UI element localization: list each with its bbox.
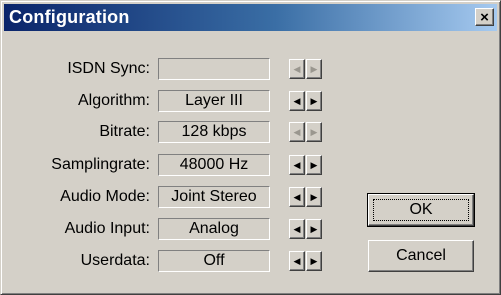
arrow-left-icon: ◀ <box>293 95 301 106</box>
samplingrate-label: Samplingrate: <box>51 156 150 173</box>
window-title: Configuration <box>9 7 130 27</box>
bitrate-field: 128 kbps <box>158 121 270 143</box>
row-audio-input: Audio Input: Analog ◀ ▶ <box>1 218 341 240</box>
userdata-prev-button[interactable]: ◀ <box>289 251 305 271</box>
arrow-right-icon: ▶ <box>310 255 318 266</box>
isdn-sync-next-button[interactable]: ▶ <box>306 59 322 79</box>
userdata-field: Off <box>158 250 270 272</box>
audio-mode-field: Joint Stereo <box>158 186 270 208</box>
row-audio-mode: Audio Mode: Joint Stereo ◀ ▶ <box>1 186 341 208</box>
cancel-button[interactable]: Cancel <box>368 240 474 272</box>
row-userdata: Userdata: Off ◀ ▶ <box>1 250 341 272</box>
close-button[interactable]: × <box>475 8 494 26</box>
row-algorithm: Algorithm: Layer III ◀ ▶ <box>1 90 341 112</box>
audio-input-field: Analog <box>158 218 270 240</box>
isdn-sync-field <box>158 58 270 80</box>
algorithm-field: Layer III <box>158 90 270 112</box>
algorithm-prev-button[interactable]: ◀ <box>289 91 305 111</box>
arrow-right-icon: ▶ <box>310 159 318 170</box>
isdn-sync-label: ISDN Sync: <box>67 60 150 77</box>
userdata-label: Userdata: <box>80 252 150 269</box>
samplingrate-next-button[interactable]: ▶ <box>306 155 322 175</box>
arrow-left-icon: ◀ <box>293 191 301 202</box>
bitrate-next-button[interactable]: ▶ <box>306 122 322 142</box>
audio-input-label: Audio Input: <box>64 220 150 237</box>
cancel-button-label: Cancel <box>396 247 446 264</box>
userdata-next-button[interactable]: ▶ <box>306 251 322 271</box>
ok-button[interactable]: OK <box>367 193 475 227</box>
arrow-right-icon: ▶ <box>310 126 318 137</box>
arrow-left-icon: ◀ <box>293 63 301 74</box>
bitrate-prev-button[interactable]: ◀ <box>289 122 305 142</box>
arrow-right-icon: ▶ <box>310 223 318 234</box>
row-bitrate: Bitrate: 128 kbps ◀ ▶ <box>1 121 341 143</box>
samplingrate-field: 48000 Hz <box>158 154 270 176</box>
arrow-right-icon: ▶ <box>310 191 318 202</box>
audio-mode-prev-button[interactable]: ◀ <box>289 187 305 207</box>
bitrate-label: Bitrate: <box>99 123 150 140</box>
close-icon: × <box>480 8 489 26</box>
focus-rectangle <box>373 199 469 221</box>
arrow-left-icon: ◀ <box>293 159 301 170</box>
isdn-sync-prev-button[interactable]: ◀ <box>289 59 305 79</box>
title-bar[interactable]: Configuration × <box>4 4 497 31</box>
samplingrate-prev-button[interactable]: ◀ <box>289 155 305 175</box>
audio-input-prev-button[interactable]: ◀ <box>289 219 305 239</box>
arrow-right-icon: ▶ <box>310 95 318 106</box>
row-samplingrate: Samplingrate: 48000 Hz ◀ ▶ <box>1 154 341 176</box>
arrow-left-icon: ◀ <box>293 223 301 234</box>
arrow-left-icon: ◀ <box>293 255 301 266</box>
audio-mode-next-button[interactable]: ▶ <box>306 187 322 207</box>
arrow-left-icon: ◀ <box>293 126 301 137</box>
audio-input-next-button[interactable]: ▶ <box>306 219 322 239</box>
algorithm-label: Algorithm: <box>77 92 150 109</box>
audio-mode-label: Audio Mode: <box>60 188 150 205</box>
algorithm-next-button[interactable]: ▶ <box>306 91 322 111</box>
row-isdn-sync: ISDN Sync: ◀ ▶ <box>1 58 341 80</box>
arrow-right-icon: ▶ <box>310 63 318 74</box>
configuration-dialog: Configuration × ISDN Sync: ◀ ▶ Algorithm… <box>0 0 501 295</box>
